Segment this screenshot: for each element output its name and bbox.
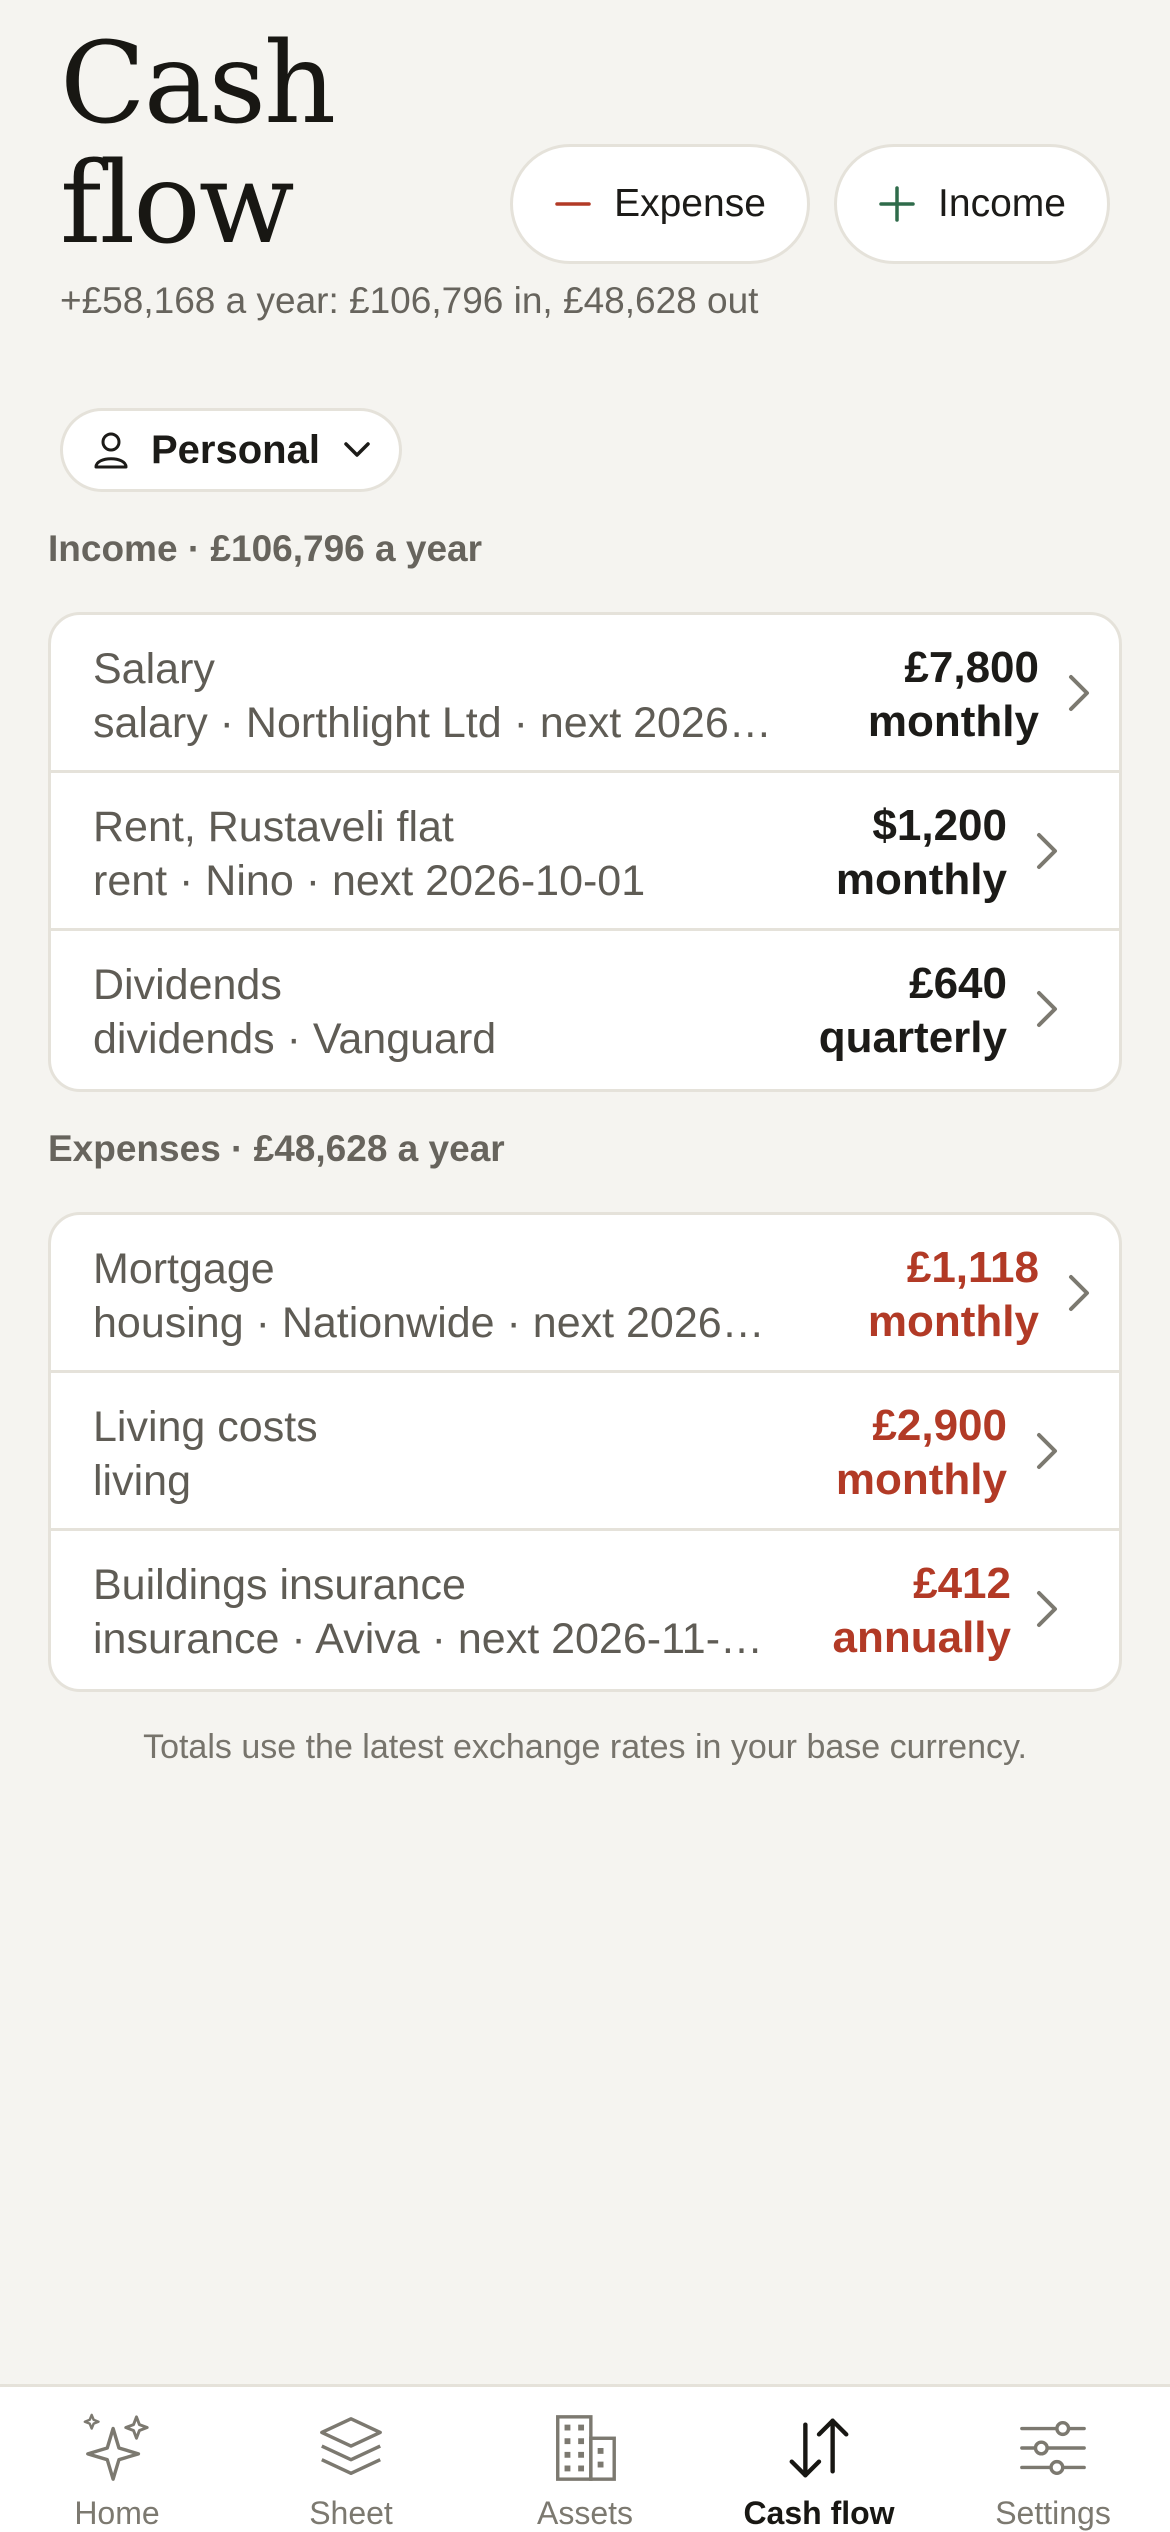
row-name: Rent, Rustaveli flat <box>93 803 454 851</box>
tab-home[interactable]: Home <box>0 2387 234 2532</box>
row-name: Mortgage <box>93 1245 275 1293</box>
building-icon <box>556 2415 616 2481</box>
row-name: Living costs <box>93 1403 318 1451</box>
row-frequency: monthly <box>835 1455 1007 1504</box>
chevron-right-icon <box>1069 1275 1089 1311</box>
exchange-rate-note: Totals use the latest exchange rates in … <box>143 1728 1027 1766</box>
minus-icon <box>555 202 591 206</box>
tab-cash-flow[interactable]: Cash flow <box>702 2387 936 2532</box>
layers-icon <box>320 2417 382 2476</box>
filter-label: Personal <box>151 427 320 472</box>
add-income-label: Income <box>938 182 1066 225</box>
row-amount: £2,900 <box>872 1401 1007 1450</box>
row-details: insurance · Aviva · next 2026-11-… <box>93 1615 764 1663</box>
income-row-dividends[interactable]: Dividends dividends · Vanguard £640 quar… <box>51 931 1119 1089</box>
expenses-section-label: Expenses · £48,628 a year <box>48 1128 505 1169</box>
arrows-up-down-icon <box>789 2418 849 2478</box>
tab-label: Assets <box>536 2495 634 2531</box>
row-details: dividends · Vanguard <box>93 1015 497 1063</box>
row-name: Salary <box>93 645 215 693</box>
tab-assets[interactable]: Assets <box>468 2387 702 2532</box>
chevron-right-icon <box>1037 1433 1057 1469</box>
row-frequency: monthly <box>835 855 1007 904</box>
tab-label: Cash flow <box>743 2495 895 2531</box>
row-amount: £1,118 <box>906 1243 1039 1292</box>
sparkle-icon <box>83 2413 149 2481</box>
chevron-right-icon <box>1037 1591 1057 1627</box>
row-name: Buildings insurance <box>93 1561 466 1609</box>
tab-settings[interactable]: Settings <box>936 2387 1170 2532</box>
sliders-icon <box>1020 2420 1086 2476</box>
expense-row-buildings-insurance[interactable]: Buildings insurance insurance · Aviva · … <box>51 1531 1119 1689</box>
row-details: salary · Northlight Ltd · next 2026… <box>93 699 772 747</box>
row-frequency: monthly <box>867 1297 1039 1346</box>
tab-sheet[interactable]: Sheet <box>234 2387 468 2532</box>
row-amount: £412 <box>913 1559 1011 1608</box>
add-expense-button[interactable]: Expense <box>510 144 810 264</box>
entity-filter-dropdown[interactable]: Personal <box>60 408 402 492</box>
chevron-down-icon <box>344 442 370 457</box>
row-frequency: annually <box>832 1613 1012 1662</box>
person-icon <box>94 432 128 469</box>
add-expense-label: Expense <box>614 182 766 225</box>
row-amount: £640 <box>909 959 1007 1008</box>
plus-icon <box>879 186 915 222</box>
income-list: Salary salary · Northlight Ltd · next 20… <box>48 612 1122 1092</box>
expense-row-mortgage[interactable]: Mortgage housing · Nationwide · next 202… <box>51 1215 1119 1373</box>
bottom-tab-bar: Home Sheet Assets Cash flow Settings <box>0 2384 1170 2532</box>
income-section-label: Income · £106,796 a year <box>48 528 483 569</box>
tab-label: Sheet <box>309 2495 393 2531</box>
row-amount: £7,800 <box>904 643 1039 692</box>
row-details: housing · Nationwide · next 2026… <box>93 1299 765 1347</box>
chevron-right-icon <box>1037 991 1057 1027</box>
chevron-right-icon <box>1069 675 1089 711</box>
tab-label: Home <box>74 2495 160 2531</box>
row-details: living <box>93 1457 191 1505</box>
cash-flow-screen: Cash flow Expense Income +£58,168 a year… <box>0 0 1170 2532</box>
income-row-rent[interactable]: Rent, Rustaveli flat rent · Nino · next … <box>51 773 1119 931</box>
tab-label: Settings <box>995 2495 1111 2531</box>
row-details: rent · Nino · next 2026-10-01 <box>93 857 646 905</box>
row-amount: $1,200 <box>872 801 1007 850</box>
expense-row-living-costs[interactable]: Living costs living £2,900 monthly <box>51 1373 1119 1531</box>
income-row-salary[interactable]: Salary salary · Northlight Ltd · next 20… <box>51 615 1119 773</box>
cash-flow-summary: +£58,168 a year: £106,796 in, £48,628 ou… <box>60 280 759 321</box>
row-frequency: quarterly <box>818 1013 1007 1062</box>
chevron-right-icon <box>1037 833 1057 869</box>
expenses-list: Mortgage housing · Nationwide · next 202… <box>48 1212 1122 1692</box>
add-income-button[interactable]: Income <box>834 144 1110 264</box>
row-frequency: monthly <box>867 697 1039 746</box>
page-title: Cash flow <box>60 19 336 269</box>
row-name: Dividends <box>93 961 282 1009</box>
